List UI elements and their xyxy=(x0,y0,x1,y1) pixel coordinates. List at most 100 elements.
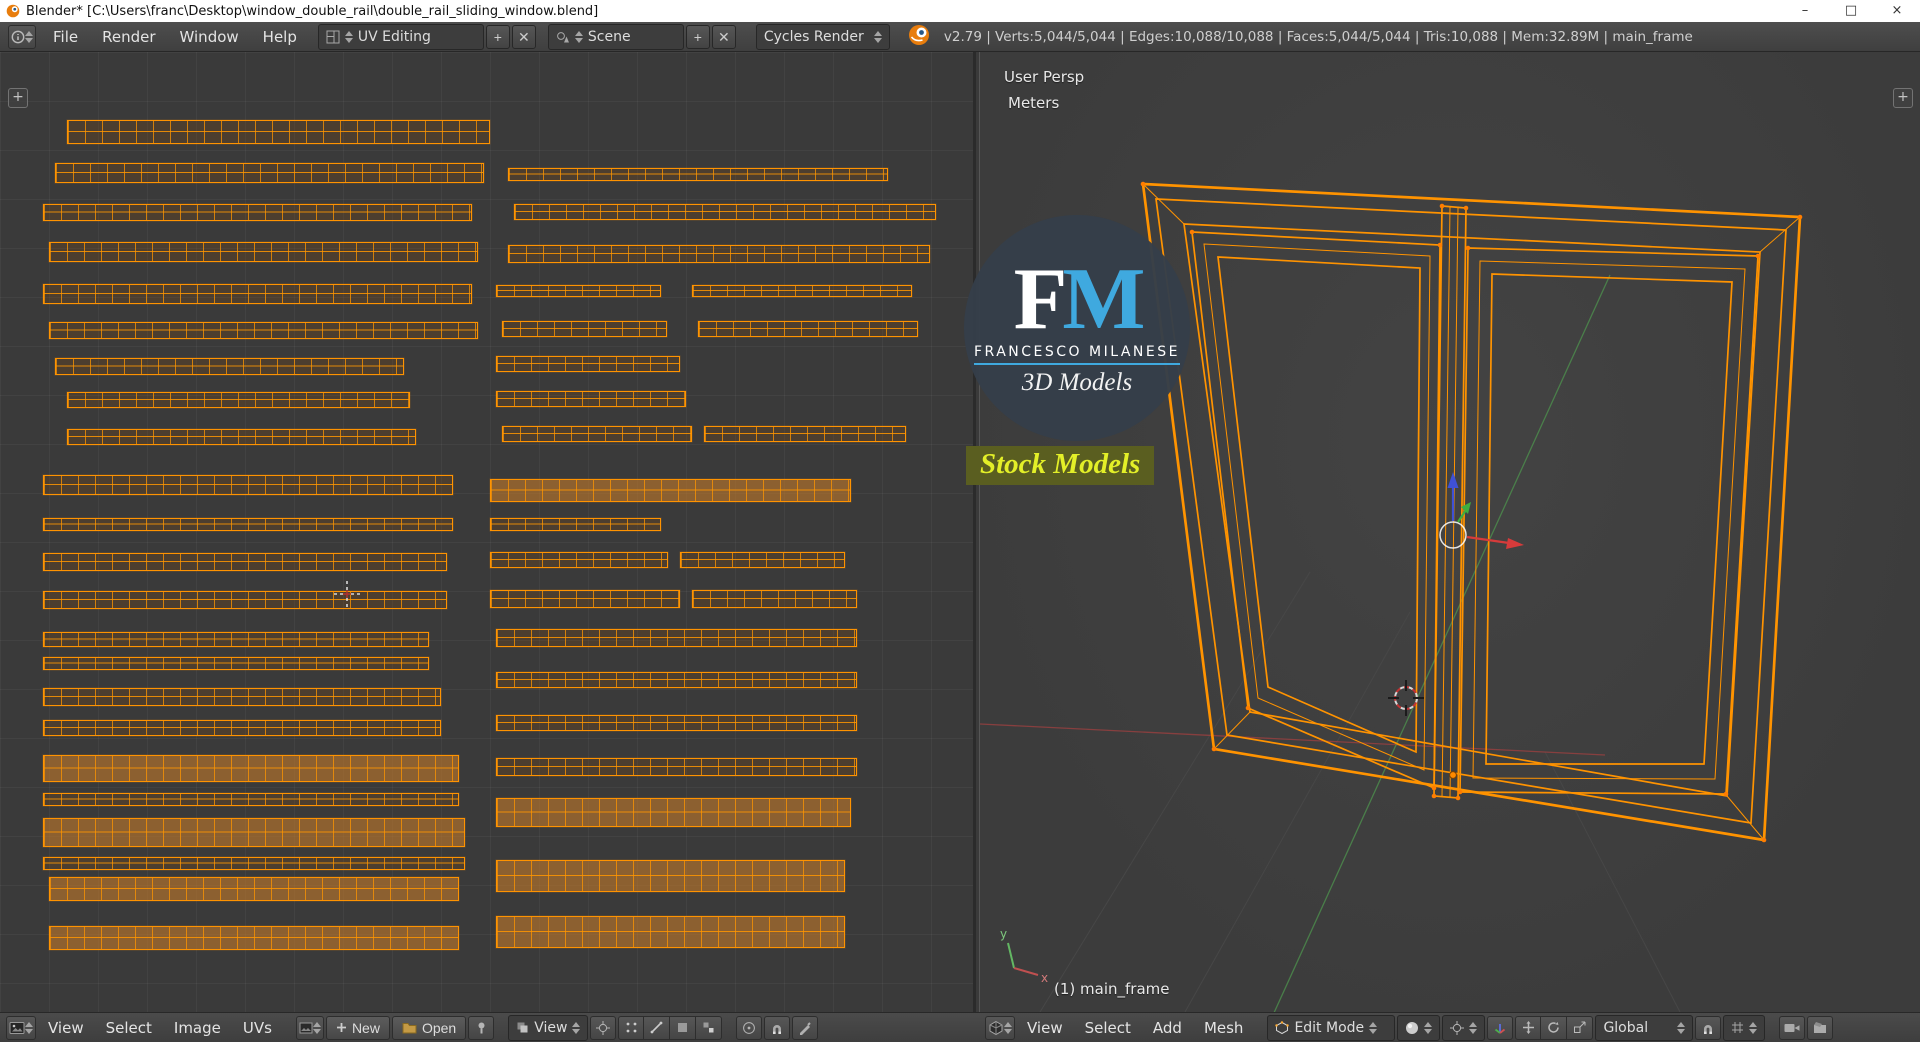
close-button[interactable]: × xyxy=(1874,0,1920,22)
viewport-3d[interactable]: y x User Persp Meters (1) main_frame + xyxy=(979,52,1920,1012)
uv-island[interactable] xyxy=(496,356,680,372)
vp-menu-mesh[interactable]: Mesh xyxy=(1194,1014,1254,1042)
uv-island[interactable] xyxy=(698,321,918,337)
uv-island[interactable] xyxy=(43,688,441,706)
add-scene-button[interactable]: + xyxy=(685,24,710,49)
uv-island[interactable] xyxy=(496,715,857,731)
uv-island[interactable] xyxy=(692,590,857,608)
translate-manipulator-icon[interactable] xyxy=(1515,1015,1542,1040)
delete-layout-button[interactable]: ✕ xyxy=(511,24,536,49)
uv-island[interactable] xyxy=(43,720,441,736)
uv-island[interactable] xyxy=(514,204,936,220)
uv-island[interactable] xyxy=(43,793,459,806)
add-layout-button[interactable]: + xyxy=(485,24,510,49)
uv-island[interactable] xyxy=(692,285,912,297)
manipulator-toggle-button[interactable] xyxy=(1487,1015,1514,1040)
uv-island[interactable] xyxy=(43,204,472,221)
uv-select-island-icon[interactable] xyxy=(696,1015,723,1040)
uv-island[interactable] xyxy=(43,591,447,609)
maximize-button[interactable]: □ xyxy=(1828,0,1874,22)
uv-island[interactable] xyxy=(502,321,667,337)
menu-window[interactable]: Window xyxy=(169,23,250,51)
uv-sculpt-button[interactable] xyxy=(792,1015,819,1040)
uv-island[interactable] xyxy=(496,672,857,688)
uv-island[interactable] xyxy=(508,168,888,181)
uv-select-edge-icon[interactable] xyxy=(644,1015,671,1040)
scale-manipulator-icon[interactable] xyxy=(1567,1015,1594,1040)
uv-island[interactable] xyxy=(49,322,478,339)
uv-island[interactable] xyxy=(43,284,472,304)
uv-island[interactable] xyxy=(496,758,857,776)
uv-island[interactable] xyxy=(490,518,661,531)
editor-type-button[interactable] xyxy=(985,1015,1015,1040)
uv-island[interactable] xyxy=(496,629,857,647)
uv-island[interactable] xyxy=(43,553,447,571)
open-image-button[interactable]: Open xyxy=(391,1015,467,1040)
uv-island[interactable] xyxy=(490,479,851,502)
snap-magnet-button[interactable] xyxy=(1695,1015,1722,1040)
uv-island[interactable] xyxy=(43,857,465,870)
uv-island[interactable] xyxy=(67,120,490,144)
vp-menu-add[interactable]: Add xyxy=(1143,1014,1192,1042)
opengl-render-button[interactable] xyxy=(1779,1015,1806,1040)
screen-layout-selector[interactable]: UV Editing xyxy=(317,23,484,50)
scene-selector[interactable]: Scene xyxy=(547,23,684,50)
uv-island[interactable] xyxy=(502,426,692,442)
uv-island[interactable] xyxy=(43,755,459,782)
rotate-manipulator-icon[interactable] xyxy=(1541,1015,1568,1040)
uv-select-vertex-icon[interactable] xyxy=(618,1015,645,1040)
render-engine-selector[interactable]: Cycles Render xyxy=(755,23,890,50)
uv-menu-view[interactable]: View xyxy=(38,1014,94,1042)
pivot-point-button[interactable] xyxy=(590,1015,617,1040)
pivot-point-selector[interactable] xyxy=(1442,1014,1486,1041)
uv-island[interactable] xyxy=(55,163,484,183)
snap-magnet-button[interactable] xyxy=(764,1015,791,1040)
uv-island[interactable] xyxy=(704,426,906,442)
uv-island[interactable] xyxy=(43,518,453,531)
uv-menu-select[interactable]: Select xyxy=(96,1014,162,1042)
uv-island[interactable] xyxy=(508,245,930,263)
uv-island[interactable] xyxy=(43,475,453,495)
uv-island[interactable] xyxy=(490,590,680,608)
uv-menu-image[interactable]: Image xyxy=(164,1014,231,1042)
uv-island[interactable] xyxy=(496,798,851,827)
uv-select-face-icon[interactable] xyxy=(670,1015,697,1040)
3d-cursor[interactable] xyxy=(1388,680,1424,716)
proportional-editing-button[interactable] xyxy=(736,1015,763,1040)
uv-island[interactable] xyxy=(680,552,845,568)
mode-selector[interactable]: Edit Mode xyxy=(1267,1014,1396,1041)
delete-scene-button[interactable]: ✕ xyxy=(711,24,736,49)
new-image-button[interactable]: New xyxy=(325,1015,390,1040)
info-editor-type-button[interactable] xyxy=(8,24,36,49)
transform-orientation-selector[interactable]: Global xyxy=(1595,1014,1694,1041)
uv-island[interactable] xyxy=(43,657,429,670)
menu-file[interactable]: File xyxy=(42,23,89,51)
uv-island[interactable] xyxy=(496,916,845,948)
transform-manipulator[interactable] xyxy=(1439,472,1524,549)
uv-island[interactable] xyxy=(43,632,429,647)
uv-island[interactable] xyxy=(55,358,404,375)
uv-island[interactable] xyxy=(49,242,478,262)
uv-menu-uvs[interactable]: UVs xyxy=(233,1014,282,1042)
window-model[interactable] xyxy=(1140,181,1803,843)
uv-island[interactable] xyxy=(496,391,686,407)
uv-island[interactable] xyxy=(490,552,668,568)
viewport-3d-canvas[interactable]: y x xyxy=(980,52,1920,1012)
editor-type-button[interactable] xyxy=(6,1015,36,1040)
minimize-button[interactable]: – xyxy=(1782,0,1828,22)
vp-menu-view[interactable]: View xyxy=(1017,1014,1073,1042)
uv-island[interactable] xyxy=(67,429,416,445)
region-toggle-button[interactable]: + xyxy=(8,88,28,108)
uv-2d-cursor[interactable] xyxy=(334,581,360,607)
uv-island[interactable] xyxy=(49,926,459,950)
pin-icon-button[interactable] xyxy=(468,1015,495,1040)
uv-island[interactable] xyxy=(496,285,661,297)
region-toggle-button[interactable]: + xyxy=(1893,88,1913,108)
uv-image-editor[interactable]: + xyxy=(0,52,976,1012)
vp-menu-select[interactable]: Select xyxy=(1075,1014,1141,1042)
uv-island[interactable] xyxy=(496,860,845,892)
uv-island[interactable] xyxy=(49,877,459,901)
menu-render[interactable]: Render xyxy=(91,23,166,51)
uv-island[interactable] xyxy=(43,818,465,847)
uv-island[interactable] xyxy=(67,392,410,408)
